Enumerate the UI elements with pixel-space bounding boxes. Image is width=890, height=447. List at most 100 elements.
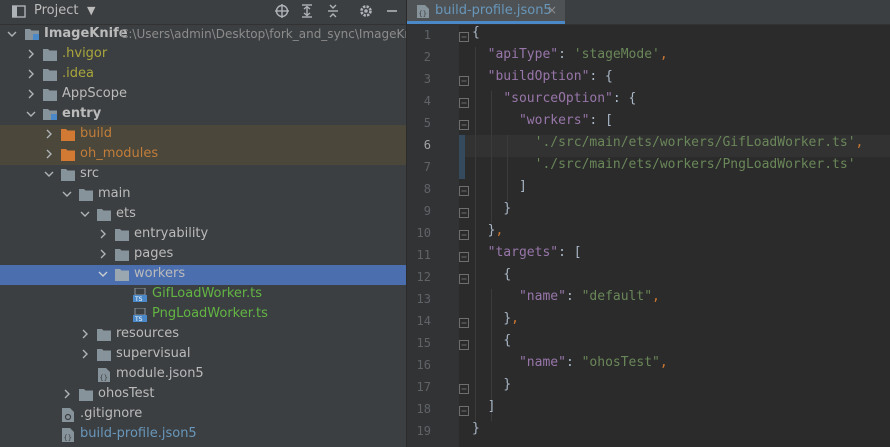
line-number: 8 [423, 182, 431, 196]
chevron-down-icon[interactable] [43, 168, 55, 180]
tree-item-hvigor[interactable]: .hvigor [0, 45, 406, 65]
tab-build-profile[interactable]: {} build-profile.json5 × [407, 0, 565, 24]
json-file-icon: {} [62, 428, 74, 442]
tree-item-appscope[interactable]: AppScope [0, 85, 406, 105]
code-line-5: "workers": [ [518, 113, 613, 128]
chevron-down-icon[interactable] [61, 188, 73, 200]
tree-item-entry[interactable]: entry [0, 105, 406, 125]
fold-icon[interactable] [459, 32, 469, 42]
line-number: 4 [423, 94, 431, 108]
tree-item-ets[interactable]: ets [0, 205, 406, 225]
chevron-right-icon[interactable] [25, 88, 37, 100]
code-line-16: "name": "ohosTest", [518, 355, 668, 370]
tree-item-build[interactable]: build [0, 125, 406, 145]
hide-icon[interactable] [384, 3, 400, 19]
line-number: 14 [416, 314, 431, 328]
fold-icon[interactable] [459, 252, 469, 262]
tree-item-oh-modules[interactable]: oh_modules [0, 145, 406, 165]
tree-item-label: .idea [62, 66, 94, 81]
tree-item-label: src [80, 166, 99, 181]
chevron-right-icon[interactable] [25, 68, 37, 80]
tree-item-ohostest[interactable]: ohosTest [0, 385, 406, 405]
tree-item-idea[interactable]: .idea [0, 65, 406, 85]
line-number: 6 [423, 138, 431, 152]
chevron-right-icon[interactable] [43, 148, 55, 160]
tree-item-pages[interactable]: pages [0, 245, 406, 265]
tree-item-label: .hvigor [62, 46, 108, 61]
fold-icon[interactable] [459, 186, 469, 196]
fold-icon[interactable] [459, 120, 469, 130]
collapse-all-icon[interactable] [325, 3, 341, 19]
chevron-right-icon[interactable] [79, 328, 91, 340]
project-panel-title[interactable]: Project [34, 3, 78, 18]
fold-icon[interactable] [459, 76, 469, 86]
tree-item-gitignore[interactable]: .gitignore [0, 405, 406, 425]
fold-icon[interactable] [459, 340, 469, 350]
tree-item-label: entryability [134, 226, 209, 241]
chevron-down-icon[interactable]: ▼ [87, 4, 95, 17]
chevron-down-icon[interactable] [97, 268, 109, 280]
tree-item-resources[interactable]: resources [0, 325, 406, 345]
svg-text:{}: {} [419, 10, 427, 18]
folder-icon [79, 389, 93, 401]
chevron-down-icon[interactable] [25, 108, 37, 120]
fold-icon[interactable] [459, 406, 469, 416]
tree-item-pngloadworker[interactable]: TS PngLoadWorker.ts [0, 305, 406, 325]
chevron-down-icon[interactable] [79, 208, 91, 220]
fold-icon[interactable] [459, 230, 469, 240]
module-folder-icon [25, 29, 39, 40]
tree-item-label: ohosTest [98, 386, 155, 401]
fold-icon[interactable] [459, 318, 469, 328]
chevron-down-icon[interactable] [6, 28, 18, 40]
tree-item-gifloadworker[interactable]: TS GifLoadWorker.ts [0, 285, 406, 305]
tree-item-build-profile[interactable]: {} build-profile.json5 [0, 425, 406, 445]
chevron-right-icon[interactable] [97, 228, 109, 240]
locate-icon[interactable] [274, 3, 290, 19]
close-icon[interactable]: × [547, 3, 557, 17]
line-number: 3 [423, 72, 431, 86]
code-line-17: } [503, 377, 512, 392]
tree-item-label: pages [134, 246, 174, 261]
tree-item-main[interactable]: main [0, 185, 406, 205]
line-number: 11 [416, 248, 431, 262]
fold-icon[interactable] [459, 274, 469, 284]
folder-icon [79, 189, 93, 201]
line-number-gutter: 1 2 3 4 5 6 7 8 9 10 11 12 13 14 15 16 1… [407, 25, 459, 447]
folder-icon [43, 49, 57, 61]
settings-icon[interactable] [358, 3, 374, 19]
chevron-right-icon[interactable] [25, 48, 37, 60]
fold-icon[interactable] [459, 208, 469, 218]
line-number: 9 [423, 204, 431, 218]
tree-item-imageknife[interactable]: ImageKnife C:\Users\admin\Desktop\fork_a… [0, 25, 412, 45]
folder-icon [115, 229, 129, 241]
fold-icon[interactable] [459, 384, 469, 394]
tree-item-module-json5[interactable]: {} module.json5 [0, 365, 406, 385]
code-line-11: "targets": [ [487, 245, 582, 260]
folder-icon [97, 349, 111, 361]
tree-item-src[interactable]: src [0, 165, 406, 185]
fold-icon[interactable] [459, 98, 469, 108]
code-editor[interactable]: { "apiType": 'stageMode', "buildOption":… [472, 25, 890, 447]
line-number: 17 [416, 380, 431, 394]
caret-line-marker [459, 135, 465, 179]
code-line-13: "name": "default", [518, 289, 660, 304]
chevron-right-icon[interactable] [43, 128, 55, 140]
tree-item-workers[interactable]: workers [0, 265, 406, 285]
svg-text:TS: TS [134, 296, 143, 302]
tree-item-supervisual[interactable]: supervisual [0, 345, 406, 365]
folder-icon [115, 249, 129, 261]
folder-icon [43, 89, 57, 101]
chevron-right-icon[interactable] [97, 248, 109, 260]
expand-all-icon[interactable] [299, 3, 315, 19]
chevron-right-icon[interactable] [61, 388, 73, 400]
code-line-1: { [472, 25, 480, 40]
json-file-icon: {} [98, 368, 110, 382]
line-number: 10 [416, 226, 431, 240]
tree-item-label: resources [116, 326, 180, 341]
chevron-right-icon[interactable] [79, 348, 91, 360]
code-line-3: "buildOption": { [487, 69, 613, 84]
project-panel: Project ▼ ImageKnife C:\Users\admin\Desk… [0, 0, 412, 447]
tree-item-entryability[interactable]: entryability [0, 225, 406, 245]
project-panel-header: Project ▼ [0, 0, 406, 25]
tree-item-label: entry [62, 106, 102, 121]
